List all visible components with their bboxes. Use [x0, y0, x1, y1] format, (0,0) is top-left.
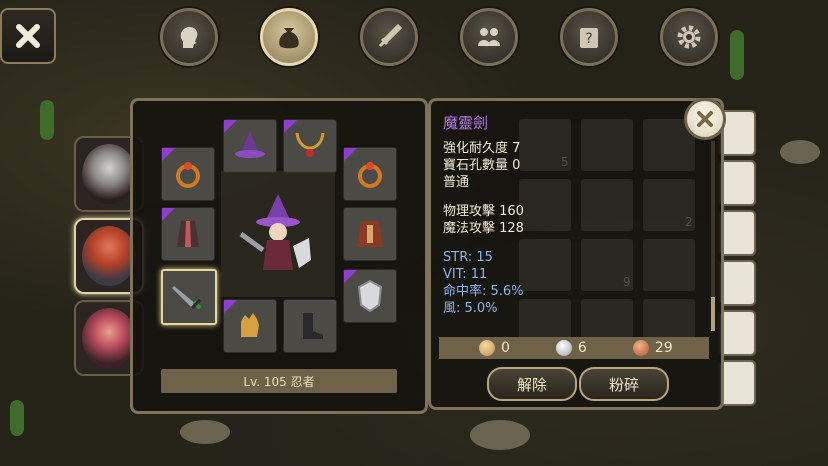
slot-armor[interactable]: [161, 207, 215, 261]
boot-icon: [303, 313, 323, 339]
glove-icon: [241, 313, 259, 337]
item-name: 魔靈劍: [443, 114, 489, 132]
rock-decoration: [470, 420, 530, 450]
smash-button[interactable]: 粉碎: [579, 367, 669, 401]
robe-icon: [177, 221, 199, 247]
rock-decoration: [780, 140, 820, 164]
copper-amount: 29: [654, 340, 673, 356]
physical-attack-text: 物理攻擊 160: [443, 204, 524, 219]
equipment-panel: Lv. 105 忍者: [130, 98, 428, 414]
gold-currency: 0: [479, 340, 510, 356]
slot-hat[interactable]: [223, 119, 277, 173]
character-tab[interactable]: [160, 8, 218, 66]
gem-slots-text: 寶石孔數量 0: [443, 158, 521, 173]
cactus-decoration: [730, 30, 744, 80]
sword-icon: [172, 286, 202, 310]
sword-icon: [378, 23, 403, 48]
slot-necklace[interactable]: [283, 119, 337, 173]
witch-hat-icon: [235, 131, 265, 158]
copper-currency: 29: [632, 340, 673, 356]
character-avatar: [82, 308, 136, 368]
currency-bar: 0 6 29: [439, 337, 709, 359]
character-sprite-area: [221, 171, 335, 297]
close-icon: [16, 24, 40, 48]
durability-text: 強化耐久度 7: [443, 141, 521, 156]
slot-gloves[interactable]: [223, 299, 277, 353]
silver-currency: 6: [555, 340, 587, 356]
skill-tab[interactable]: [360, 8, 418, 66]
close-icon: [697, 111, 713, 127]
cactus-decoration: [40, 100, 54, 140]
cactus-decoration: [10, 400, 24, 436]
money-bag-icon: [279, 28, 299, 49]
people-icon: [478, 28, 500, 46]
details-scroll-thumb[interactable]: [711, 297, 715, 331]
close-info-button[interactable]: [684, 98, 726, 140]
slot-ring-right[interactable]: [343, 147, 397, 201]
slot-weapon[interactable]: [161, 269, 217, 325]
cloak-icon: [357, 221, 383, 247]
silver-coin-icon: [555, 340, 572, 356]
bag-tab[interactable]: [260, 8, 318, 66]
character-sprite: [239, 194, 311, 270]
gear-icon: [677, 25, 701, 49]
wind-stat: 風: 5.0%: [443, 301, 498, 316]
scroll-question-icon: ?: [580, 28, 598, 48]
ring-icon: [176, 162, 200, 188]
party-tab[interactable]: [460, 8, 518, 66]
character-avatar: [82, 226, 136, 286]
necklace-icon: [295, 132, 325, 157]
quest-tab[interactable]: ?: [560, 8, 618, 66]
silver-amount: 6: [577, 340, 587, 356]
copper-coin-icon: [632, 340, 649, 356]
gold-coin-icon: [479, 340, 495, 356]
slot-shield[interactable]: [343, 269, 397, 323]
unequip-button[interactable]: 解除: [487, 367, 577, 401]
head-silhouette-icon: [180, 27, 198, 48]
item-info-panel: 5 2 9 魔靈劍 強化耐久度 7 寶石孔數量 0 普通 物理攻擊 160 魔法…: [428, 98, 724, 410]
slot-ring-left[interactable]: [161, 147, 215, 201]
svg-text:?: ?: [585, 31, 592, 47]
character-avatar: [82, 144, 136, 204]
str-stat: STR: 15: [443, 250, 493, 265]
rock-decoration: [180, 420, 230, 444]
slot-boots[interactable]: [283, 299, 337, 353]
close-button[interactable]: [0, 8, 56, 64]
magic-attack-text: 魔法攻擊 128: [443, 221, 524, 236]
item-details: 魔靈劍 強化耐久度 7 寶石孔數量 0 普通 物理攻擊 160 魔法攻擊 128…: [443, 115, 713, 317]
hit-rate-stat: 命中率: 5.6%: [443, 284, 524, 299]
item-grade-text: 普通: [443, 175, 470, 190]
vit-stat: VIT: 11: [443, 267, 488, 282]
level-class-label: Lv. 105 忍者: [161, 369, 397, 393]
top-navigation: ?: [160, 8, 720, 66]
gold-amount: 0: [501, 340, 510, 356]
slot-cloak[interactable]: [343, 207, 397, 261]
shield-icon: [357, 279, 383, 313]
settings-tab[interactable]: [660, 8, 718, 66]
ring-icon: [358, 162, 382, 188]
